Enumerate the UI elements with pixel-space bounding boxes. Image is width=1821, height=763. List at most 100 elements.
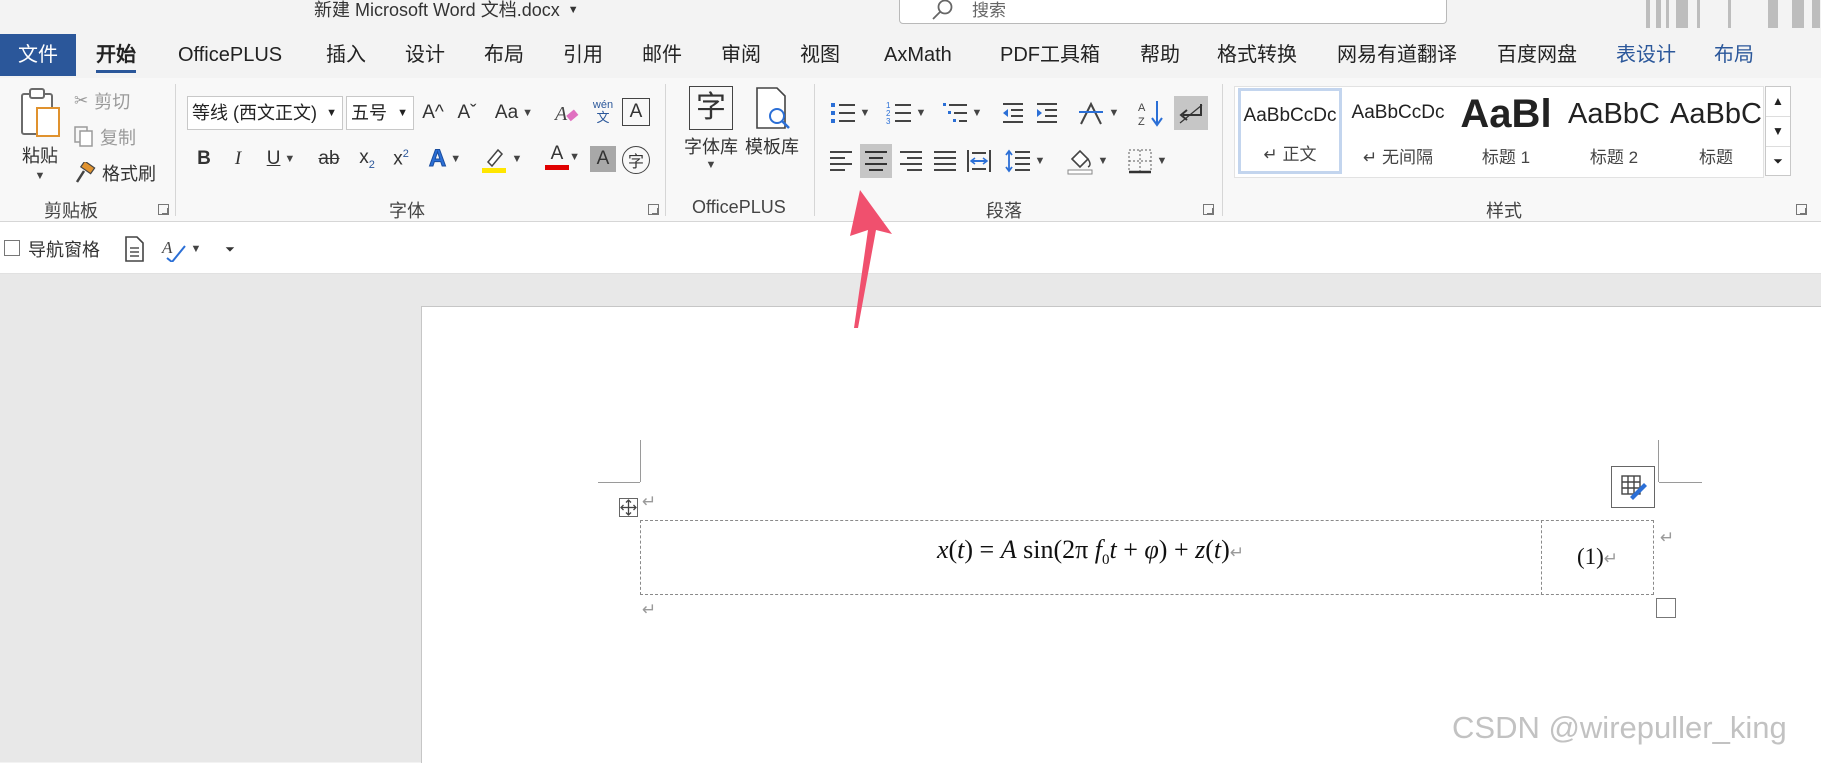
change-case-button[interactable]: Aa ▼ (490, 96, 538, 130)
bullets-button[interactable]: ▼ (826, 96, 874, 130)
increase-indent-button[interactable] (1032, 96, 1062, 130)
sort-button[interactable]: AZ (1134, 96, 1168, 130)
align-left-button[interactable] (826, 144, 856, 178)
customize-quick-access-button[interactable]: ⏷ (218, 234, 242, 264)
borders-icon (1127, 149, 1152, 174)
char-border-button[interactable]: A (622, 98, 650, 126)
tab-baidu-netdisk[interactable]: 百度网盘 (1497, 34, 1577, 76)
cut-button[interactable]: ✂ 剪切 (74, 88, 146, 114)
style-title[interactable]: AaBbC 标题 (1670, 88, 1762, 174)
paragraph-mark: ↵ (1603, 549, 1619, 569)
tab-axmath[interactable]: AxMath (884, 34, 952, 76)
chevron-down-icon[interactable]: ▼ (35, 170, 46, 182)
superscript-icon: x2 (393, 147, 409, 170)
clipboard-launcher-icon[interactable] (158, 204, 169, 215)
decrease-indent-button[interactable] (998, 96, 1028, 130)
title-bar-decoration (1642, 0, 1821, 28)
superscript-button[interactable]: x2 (386, 142, 416, 176)
grow-font-button[interactable]: A^ (418, 96, 448, 130)
font-name-select[interactable]: 等线 (西文正文) ▼ (187, 96, 343, 130)
highlight-button[interactable]: ▼ (476, 142, 526, 176)
bold-button[interactable]: B (190, 142, 218, 176)
tab-file[interactable]: 文件 (0, 34, 76, 76)
distributed-button[interactable] (964, 144, 994, 178)
shrink-font-button[interactable]: Aˇ (452, 96, 482, 130)
styles-launcher-icon[interactable] (1796, 204, 1807, 215)
numbering-icon: 123 (886, 101, 911, 126)
equation[interactable]: x(t) = A sin(2π f0t + φ) + z(t)↵ (640, 535, 1541, 569)
chevron-down-icon[interactable]: ▼ (1766, 117, 1790, 147)
line-spacing-button[interactable]: ▼ (1002, 144, 1048, 178)
font-color-button[interactable]: A ▼ (532, 142, 582, 176)
align-right-button[interactable] (896, 144, 926, 178)
tab-help[interactable]: 帮助 (1140, 34, 1180, 76)
subscript-button[interactable]: x2 (352, 142, 382, 176)
char-shading-button[interactable]: A (590, 146, 616, 172)
customize-toolbar-icon: ⏷ (225, 241, 235, 256)
template-library-button[interactable]: 模板库 (742, 86, 802, 166)
tab-layout[interactable]: 布局 (484, 34, 524, 76)
style-no-spacing[interactable]: AaBbCcDc ↵ 无间隔 (1346, 88, 1450, 174)
strikethrough-icon: ab (318, 148, 340, 169)
show-paragraph-marks-button[interactable] (1174, 96, 1208, 130)
tab-insert[interactable]: 插入 (326, 34, 366, 76)
layout-options-button[interactable] (1611, 466, 1655, 508)
spelling-icon: A (161, 238, 186, 262)
justify-button[interactable] (930, 144, 960, 178)
table-resize-handle[interactable] (1656, 598, 1676, 618)
tab-mailings[interactable]: 邮件 (642, 34, 682, 76)
expand-gallery-icon[interactable]: ⏷ (1766, 147, 1790, 175)
strikethrough-button[interactable]: ab (312, 142, 346, 176)
increase-indent-icon (1037, 103, 1057, 123)
document-title[interactable]: 新建 Microsoft Word 文档.docx ▼ (314, 0, 579, 22)
page-view-button[interactable] (120, 234, 148, 264)
chevron-down-icon: ▼ (971, 107, 983, 119)
font-library-button[interactable]: 字 字体库 ▼ (680, 86, 742, 186)
equation-number[interactable]: (1)↵ (1541, 544, 1654, 570)
chevron-up-icon[interactable]: ▲ (1766, 87, 1790, 117)
spelling-button[interactable]: A ▼ (156, 234, 206, 264)
tab-table-design[interactable]: 表设计 (1616, 34, 1676, 76)
chinese-layout-button[interactable]: ▼ (1074, 96, 1122, 130)
tab-format-convert[interactable]: 格式转换 (1217, 34, 1297, 76)
search-input[interactable]: 搜索 (899, 0, 1447, 24)
chevron-down-icon[interactable]: ▼ (568, 4, 579, 16)
borders-button[interactable]: ▼ (1122, 144, 1172, 178)
tab-pdf-tools[interactable]: PDF工具箱 (1000, 34, 1100, 76)
shrink-font-icon: Aˇ (457, 102, 477, 123)
tab-home[interactable]: 开始 (96, 34, 136, 76)
table-move-handle[interactable] (619, 498, 638, 517)
tab-officeplus[interactable]: OfficePLUS (178, 34, 282, 76)
font-launcher-icon[interactable] (648, 204, 659, 215)
sort-icon: AZ (1138, 101, 1163, 127)
italic-button[interactable]: I (224, 142, 252, 176)
enclose-characters-button[interactable]: 字 (622, 146, 650, 174)
multilevel-list-button[interactable]: ▼ (938, 96, 986, 130)
chevron-down-icon: ▼ (915, 107, 927, 119)
navigation-pane-checkbox[interactable] (4, 240, 20, 256)
clear-formatting-button[interactable]: A (552, 96, 582, 130)
copy-button[interactable]: 复制 (74, 124, 146, 150)
tab-review[interactable]: 审阅 (721, 34, 761, 76)
tab-view[interactable]: 视图 (800, 34, 840, 76)
tab-table-layout[interactable]: 布局 (1714, 34, 1754, 76)
style-heading-1[interactable]: AaBl 标题 1 (1454, 88, 1558, 174)
text-effects-button[interactable]: A ▼ (422, 142, 468, 176)
font-size-select[interactable]: 五号 ▼ (346, 96, 414, 130)
numbering-button[interactable]: 123 ▼ (882, 96, 930, 130)
tab-design[interactable]: 设计 (405, 34, 445, 76)
align-center-button[interactable] (860, 144, 892, 178)
paste-button[interactable]: 粘贴 ▼ (12, 86, 68, 186)
style-normal[interactable]: AaBbCcDc ↵ 正文 (1238, 88, 1342, 174)
style-heading-2-sample: AaBbC (1568, 98, 1660, 130)
underline-button[interactable]: U ▼ (258, 142, 304, 176)
tab-references[interactable]: 引用 (563, 34, 603, 76)
paragraph-launcher-icon[interactable] (1203, 204, 1214, 215)
crop-mark (1658, 440, 1659, 482)
format-painter-button[interactable]: 格式刷 (74, 160, 160, 186)
shading-button[interactable]: ▼ (1062, 144, 1112, 178)
chevron-down-icon: ▼ (397, 107, 408, 119)
tab-youdao-translate[interactable]: 网易有道翻译 (1337, 34, 1457, 76)
phonetic-guide-button[interactable]: wén 文 (588, 94, 618, 130)
style-heading-2[interactable]: AaBbC 标题 2 (1562, 88, 1666, 174)
